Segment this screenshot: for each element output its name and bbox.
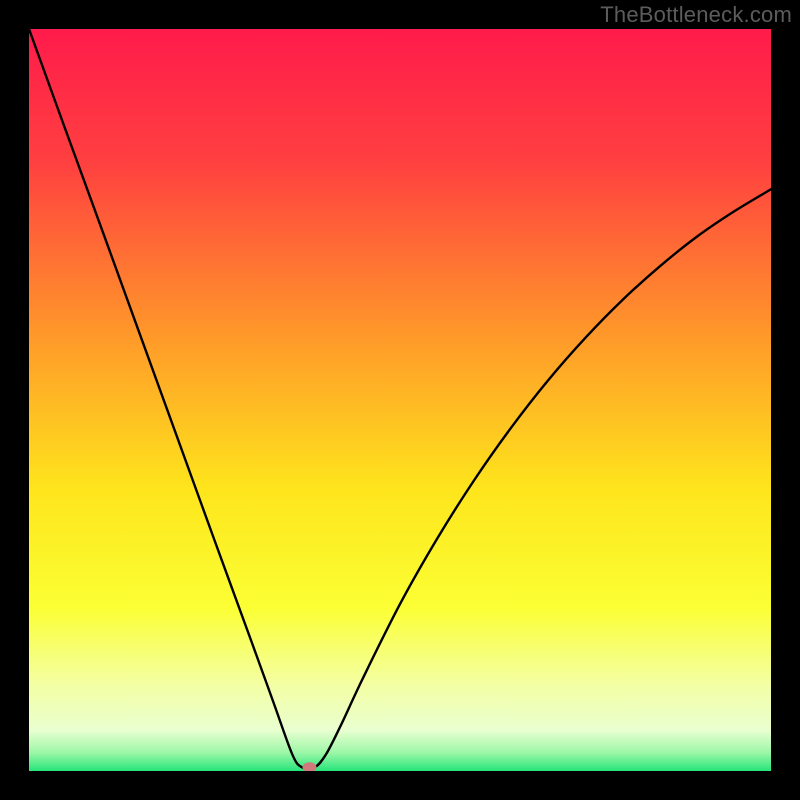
plot-area xyxy=(29,29,771,771)
bottleneck-chart xyxy=(29,29,771,771)
chart-frame: TheBottleneck.com xyxy=(0,0,800,800)
watermark-text: TheBottleneck.com xyxy=(600,2,792,28)
gradient-background xyxy=(29,29,771,771)
